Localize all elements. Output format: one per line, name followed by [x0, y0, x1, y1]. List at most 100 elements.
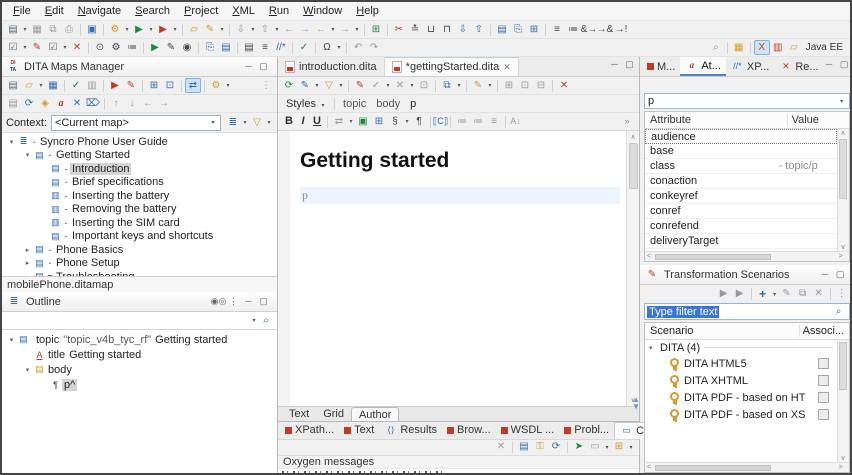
maps-settings-dropdown-icon[interactable]: ▾: [224, 82, 232, 89]
tree-item-label[interactable]: Introduction: [70, 163, 131, 175]
tree-item-phone-basics[interactable]: ▸ ▤ - Phone Basics: [2, 243, 277, 257]
styles-button[interactable]: Styles ▾: [282, 97, 331, 111]
breadcrumb-body[interactable]: body: [376, 98, 400, 110]
duplicate-scenario-icon[interactable]: ⧉: [795, 287, 811, 302]
tree-item-label[interactable]: Important keys and shortcuts: [70, 230, 215, 242]
strike-tags-icon[interactable]: ✂: [391, 22, 407, 37]
run-dropdown-icon[interactable]: ▾: [147, 26, 155, 33]
new-scenario-dropdown-icon[interactable]: ▾: [771, 291, 779, 298]
import-entities-icon[interactable]: ⇩: [455, 22, 471, 37]
associate-checkbox[interactable]: [818, 375, 829, 386]
outline-header[interactable]: ≣ Outline ◉◎ ⋮ ─ ▢: [2, 292, 277, 312]
profiling-filter-icon[interactable]: ▽: [249, 115, 265, 130]
configure-map-transformation-icon[interactable]: ✎: [123, 78, 139, 93]
validate-dropdown-icon[interactable]: ▾: [61, 44, 69, 51]
accept-change-icon[interactable]: ✓: [368, 78, 384, 93]
open-file-at-caret-icon[interactable]: ⎘: [202, 40, 218, 55]
styles-dropdown-icon[interactable]: ▾: [319, 102, 327, 109]
attr-row-audience[interactable]: audience: [645, 129, 837, 144]
tab-attributes[interactable]: aAt...: [680, 57, 726, 76]
run-scenario-icon[interactable]: ▶: [147, 40, 163, 55]
attributes-horizontal-scrollbar[interactable]: < >: [645, 251, 849, 261]
insert-section-icon[interactable]: §: [387, 114, 403, 129]
menu-navigate[interactable]: Navigate: [71, 3, 128, 19]
minimize-attributes-icon[interactable]: ─: [824, 57, 835, 72]
forward-location-icon[interactable]: →: [297, 22, 313, 37]
outline-p-row[interactable]: ¶ p^: [2, 377, 277, 392]
surround-with-tag-icon[interactable]: ⎘: [510, 22, 526, 37]
scroll-up-icon[interactable]: ∧: [841, 129, 846, 137]
import-icon[interactable]: ⇩: [233, 22, 249, 37]
new-editor-window-icon[interactable]: ⊞: [368, 22, 384, 37]
profiling-filter-dropdown-icon[interactable]: ▾: [337, 82, 345, 89]
open-map-dropdown-icon[interactable]: ▾: [37, 82, 45, 89]
open-console-dropdown-icon[interactable]: ▾: [627, 444, 635, 451]
scrollbar-thumb[interactable]: [839, 139, 847, 199]
undo-icon[interactable]: ↶: [350, 40, 366, 55]
associate-schema-icon[interactable]: ⚙: [108, 40, 124, 55]
new-map-icon[interactable]: ▤: [5, 78, 21, 93]
insert-symbol-icon[interactable]: Ω: [319, 40, 335, 55]
filter-dropdown-icon[interactable]: ▾: [265, 119, 273, 126]
export-entities-icon[interactable]: ⇧: [471, 22, 487, 37]
manage-reviews-icon[interactable]: ⊡: [416, 78, 432, 93]
attributes-vertical-scrollbar[interactable]: ∧ ∨: [837, 129, 849, 251]
maximize-scenarios-icon[interactable]: ▢: [835, 267, 846, 282]
outline-title-row[interactable]: A title Getting started: [2, 347, 277, 362]
apply-scenario-icon[interactable]: ▶: [716, 287, 732, 302]
open-pdf-icon[interactable]: ▤: [5, 96, 21, 111]
apply-transformation-icon[interactable]: ▶: [131, 22, 147, 37]
scrollbar-thumb[interactable]: [655, 465, 771, 471]
tab-xpath-view[interactable]: //*XP...: [726, 57, 774, 76]
new-document-icon[interactable]: ▤: [5, 22, 21, 37]
menu-edit[interactable]: Edit: [38, 3, 71, 19]
toolbar-overflow-icon[interactable]: »: [619, 114, 635, 129]
record-macro-icon[interactable]: ◉: [179, 40, 195, 55]
context-combo-arrow-icon[interactable]: ▾: [209, 119, 217, 126]
xpath-builder-icon[interactable]: //*: [273, 40, 289, 55]
associate-checkbox[interactable]: [818, 392, 829, 403]
clear-validation-icon[interactable]: ✕: [69, 40, 85, 55]
tab-model[interactable]: M...: [642, 57, 680, 76]
rename-element-icon[interactable]: ▤: [494, 22, 510, 37]
expanded-chevron-icon[interactable]: ▾: [22, 366, 33, 374]
redo-icon[interactable]: ↷: [366, 40, 382, 55]
title-tag[interactable]: title: [46, 349, 67, 361]
tree-item-label[interactable]: Phone Setup: [54, 257, 122, 269]
tree-item-inserting-sim[interactable]: ▥ - Inserting the SIM card: [2, 216, 277, 230]
validate-map-icon[interactable]: ✓: [68, 78, 84, 93]
format-indent-icon[interactable]: ≡: [549, 22, 565, 37]
demote-icon[interactable]: →: [156, 96, 172, 111]
tree-item-getting-started[interactable]: ▾ ▤ - Getting Started: [2, 149, 277, 163]
config-dropdown-icon[interactable]: ▾: [123, 26, 131, 33]
menu-help[interactable]: Help: [349, 3, 386, 19]
refactoring-icon[interactable]: ⊙: [92, 40, 108, 55]
back-location-icon[interactable]: ←: [281, 22, 297, 37]
profiling-filter-toolbar-icon[interactable]: ▽: [321, 78, 337, 93]
association-column-header[interactable]: Associ...: [799, 325, 849, 337]
open-icon[interactable]: ▱: [186, 22, 202, 37]
insert-entity-icon[interactable]: ⊞: [526, 22, 542, 37]
tree-item-label[interactable]: Inserting the battery: [70, 190, 171, 202]
tab-review[interactable]: ✕Re...: [774, 57, 823, 76]
debug-dropdown-icon[interactable]: ▾: [171, 26, 179, 33]
scenario-dita-xhtml[interactable]: DITA XHTML: [645, 372, 837, 389]
minimize-outline-icon[interactable]: ─: [243, 294, 254, 309]
join-elements-icon[interactable]: ⊔: [423, 22, 439, 37]
remove-text-icon[interactable]: ✕: [556, 78, 572, 93]
insert-table-icon[interactable]: ⊞: [371, 114, 387, 129]
breadcrumb-p[interactable]: p: [410, 98, 416, 110]
scroll-right-icon[interactable]: >: [839, 464, 847, 471]
mode-tab-text[interactable]: Text: [282, 407, 316, 421]
tab-wsdl[interactable]: WSDL ...: [496, 422, 560, 439]
collapsed-chevron-icon[interactable]: ▸: [22, 246, 33, 254]
link-with-editor-icon[interactable]: ⇄: [185, 78, 201, 93]
unordered-list-icon[interactable]: ≡: [486, 114, 502, 129]
scenario-column-header[interactable]: Scenario: [645, 325, 799, 337]
last-edit-location-icon[interactable]: ←: [313, 22, 329, 37]
close-tab-icon[interactable]: ✕: [503, 62, 511, 73]
highlight-dropdown-icon[interactable]: ▾: [486, 82, 494, 89]
scenarios-vertical-scrollbar[interactable]: ∨: [837, 340, 849, 462]
outline-body-row[interactable]: ▾ ▤ body: [2, 362, 277, 377]
print-icon[interactable]: ⎙: [61, 22, 77, 37]
